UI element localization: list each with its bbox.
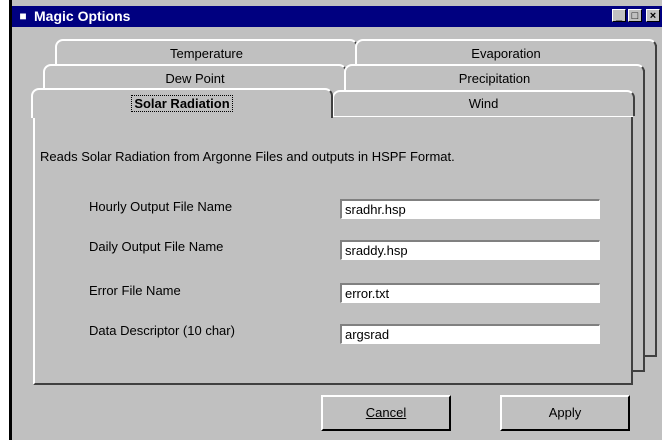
minimize-icon: _ [615, 10, 623, 22]
tab-solar-radiation[interactable]: Solar Radiation [31, 88, 333, 118]
tab-label: Dew Point [165, 71, 225, 86]
daily-output-label: Daily Output File Name [89, 239, 224, 254]
back-page-edge-1 [655, 45, 657, 355]
daily-output-input[interactable] [340, 240, 600, 260]
panel-description: Reads Solar Radiation from Argonne Files… [40, 149, 455, 164]
data-descriptor-label: Data Descriptor (10 char) [89, 323, 235, 338]
error-file-input[interactable] [340, 283, 600, 303]
error-file-label: Error File Name [89, 283, 181, 298]
app-icon[interactable]: ■ [16, 9, 30, 23]
tab-label-text: Solar Radiation [131, 95, 233, 112]
hourly-output-label: Hourly Output File Name [89, 199, 233, 214]
tab-label: Wind [468, 96, 499, 111]
back-page-bottom-1 [643, 355, 657, 357]
apply-button[interactable]: Apply [500, 395, 630, 431]
maximize-button[interactable]: □ [628, 9, 642, 22]
tab-label: Temperature [170, 46, 243, 61]
cancel-label: Cancel [365, 405, 407, 420]
window-title: Magic Options [34, 8, 131, 24]
tab-wind[interactable]: Wind [332, 90, 635, 116]
back-page-bottom-2 [633, 370, 645, 372]
close-button[interactable]: × [646, 9, 660, 22]
back-page-edge-2 [643, 70, 645, 370]
cancel-button[interactable]: Cancel [321, 395, 451, 431]
data-descriptor-input[interactable] [340, 324, 600, 344]
tab-label: Precipitation [458, 71, 531, 86]
tab-label: Evaporation [471, 46, 541, 61]
title-bar[interactable]: ■ Magic Options _ □ × [12, 6, 662, 27]
tab-label-active: Solar Radiation [33, 95, 331, 112]
apply-label: Apply [548, 405, 582, 420]
maximize-icon: □ [631, 10, 639, 22]
tab-precipitation[interactable]: Precipitation [344, 64, 645, 92]
close-icon: × [649, 10, 657, 22]
hourly-output-input[interactable] [340, 199, 600, 219]
tab-temperature[interactable]: Temperature [55, 39, 358, 67]
tab-evaporation[interactable]: Evaporation [355, 39, 657, 67]
minimize-button[interactable]: _ [612, 9, 626, 22]
